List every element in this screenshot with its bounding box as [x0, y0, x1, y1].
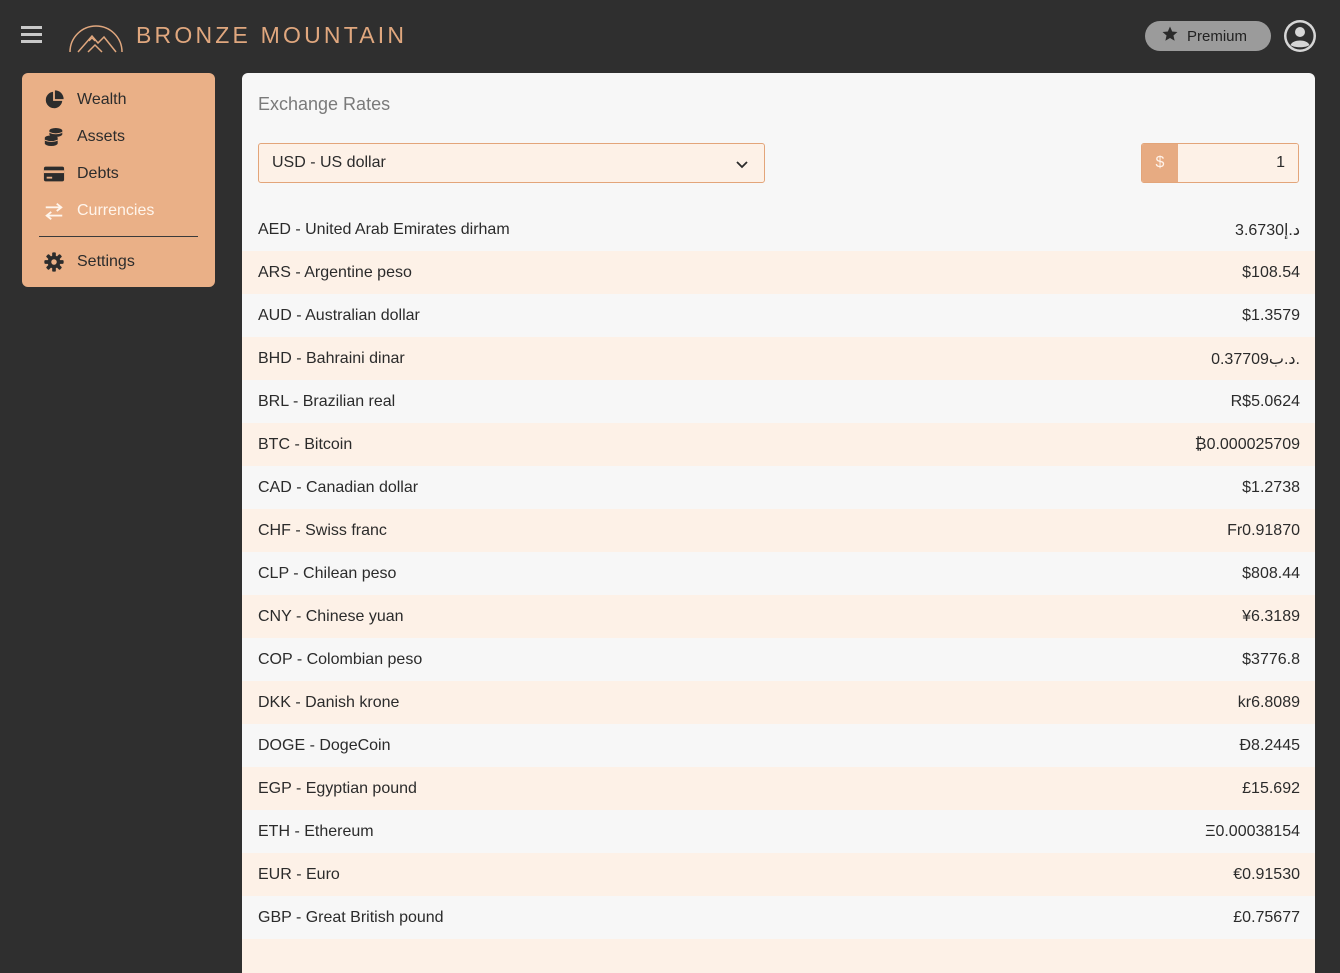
rate-value: .د.ب0.37709	[1211, 350, 1300, 368]
sidebar-item-wealth[interactable]: Wealth	[22, 81, 215, 118]
list-item: ETH - Ethereum Ξ0.00038154	[242, 810, 1315, 853]
chevron-down-icon	[734, 156, 750, 172]
currency-name: EUR - Euro	[258, 865, 340, 883]
currency-name: CAD - Canadian dollar	[258, 478, 419, 496]
currency-name: AED - United Arab Emirates dirham	[258, 220, 510, 238]
rate-value: $1.2738	[1242, 478, 1300, 496]
coins-icon	[42, 125, 66, 149]
list-item	[242, 939, 1315, 973]
list-item: COP - Colombian peso $3776.8	[242, 638, 1315, 681]
sidebar-item-debts[interactable]: Debts	[22, 155, 215, 192]
rate-value: د.إ3.6730	[1235, 221, 1300, 239]
base-currency-value: USD - US dollar	[272, 154, 386, 171]
app-header: BRONZE MOUNTAIN Premium	[0, 0, 1340, 72]
list-item: GBP - Great British pound £0.75677	[242, 896, 1315, 939]
list-item: DOGE - DogeCoin Đ8.2445	[242, 724, 1315, 767]
currency-name: DOGE - DogeCoin	[258, 736, 391, 754]
list-item: DKK - Danish krone kr6.8089	[242, 681, 1315, 724]
sidebar-item-label: Debts	[77, 164, 119, 182]
rate-value: $108.54	[1242, 263, 1300, 281]
list-item: EUR - Euro €0.91530	[242, 853, 1315, 896]
user-avatar-icon[interactable]	[1283, 19, 1317, 53]
sidebar-item-label: Assets	[77, 127, 126, 145]
currency-name: ARS - Argentine peso	[258, 263, 412, 281]
list-item: ARS - Argentine peso $108.54	[242, 251, 1315, 294]
hamburger-menu-icon[interactable]	[21, 24, 43, 46]
base-currency-select[interactable]: USD - US dollar	[258, 143, 765, 183]
currency-name: COP - Colombian peso	[258, 650, 423, 668]
currency-name: BHD - Bahraini dinar	[258, 349, 405, 367]
list-item: CNY - Chinese yuan ¥6.3189	[242, 595, 1315, 638]
rates-list: AED - United Arab Emirates dirham د.إ3.6…	[242, 208, 1315, 973]
rate-value: ₿0.000025709	[1194, 435, 1300, 453]
list-item: CHF - Swiss franc Fr0.91870	[242, 509, 1315, 552]
gear-icon	[42, 250, 66, 274]
rate-value: €0.91530	[1233, 865, 1300, 883]
list-item: EGP - Egyptian pound £15.692	[242, 767, 1315, 810]
rate-value: £0.75677	[1233, 908, 1300, 926]
list-item: AED - United Arab Emirates dirham د.إ3.6…	[242, 208, 1315, 251]
currency-name: GBP - Great British pound	[258, 908, 444, 926]
premium-label: Premium	[1187, 27, 1248, 45]
sidebar-item-currencies[interactable]: Currencies	[22, 192, 215, 229]
exchange-arrows-icon	[42, 199, 66, 223]
brand-name[interactable]: BRONZE MOUNTAIN	[136, 22, 407, 49]
rate-value: $808.44	[1242, 564, 1300, 582]
rate-value: Đ8.2445	[1239, 736, 1301, 754]
currency-name: BTC - Bitcoin	[258, 435, 353, 453]
exchange-rates-panel: Exchange Rates USD - US dollar $ 1 AED -…	[242, 73, 1315, 973]
currency-name: BRL - Brazilian real	[258, 392, 396, 410]
sidebar-item-assets[interactable]: Assets	[22, 118, 215, 155]
sidebar-divider	[39, 236, 198, 237]
premium-button[interactable]: Premium	[1145, 21, 1271, 51]
amount-currency-prefix: $	[1142, 144, 1178, 182]
sidebar-nav: Wealth Assets Debts Currencies Settings	[22, 73, 215, 287]
star-icon	[1161, 25, 1179, 47]
currency-name: ETH - Ethereum	[258, 822, 374, 840]
mountain-logo-icon[interactable]	[68, 16, 124, 56]
currency-name: AUD - Australian dollar	[258, 306, 420, 324]
rate-value: $1.3579	[1242, 306, 1300, 324]
list-item: BRL - Brazilian real R$5.0624	[242, 380, 1315, 423]
pie-chart-icon	[42, 88, 66, 112]
sidebar-item-label: Wealth	[77, 90, 127, 108]
rate-value: kr6.8089	[1237, 693, 1300, 711]
sidebar-item-label: Settings	[77, 252, 135, 270]
page-title: Exchange Rates	[258, 94, 391, 114]
currency-name: EGP - Egyptian pound	[258, 779, 417, 797]
currency-name: CLP - Chilean peso	[258, 564, 397, 582]
sidebar-item-settings[interactable]: Settings	[22, 243, 215, 280]
list-item: AUD - Australian dollar $1.3579	[242, 294, 1315, 337]
currency-name: CNY - Chinese yuan	[258, 607, 404, 625]
list-item: CLP - Chilean peso $808.44	[242, 552, 1315, 595]
rate-value: Ξ0.00038154	[1205, 822, 1300, 840]
rate-value: Fr0.91870	[1227, 521, 1300, 539]
currency-name: DKK - Danish krone	[258, 693, 400, 711]
amount-input[interactable]: 1	[1178, 144, 1298, 182]
rate-value: $3776.8	[1242, 650, 1300, 668]
list-item: CAD - Canadian dollar $1.2738	[242, 466, 1315, 509]
amount-input-group: $ 1	[1141, 143, 1299, 183]
list-item: BTC - Bitcoin ₿0.000025709	[242, 423, 1315, 466]
rate-value: £15.692	[1242, 779, 1300, 797]
rate-value: R$5.0624	[1230, 392, 1300, 410]
credit-card-icon	[42, 162, 66, 186]
list-item: BHD - Bahraini dinar .د.ب0.37709	[242, 337, 1315, 380]
sidebar-item-label: Currencies	[77, 201, 155, 219]
rate-value: ¥6.3189	[1242, 607, 1300, 625]
currency-name: CHF - Swiss franc	[258, 521, 387, 539]
